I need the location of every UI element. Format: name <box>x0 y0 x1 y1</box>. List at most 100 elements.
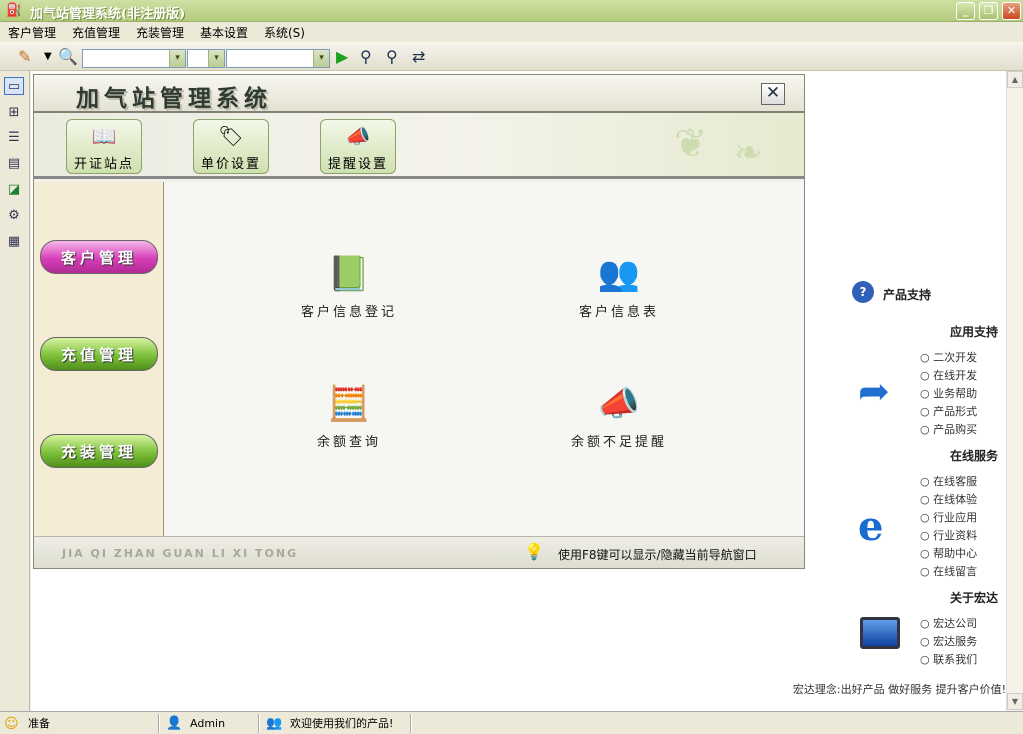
nav-footer: JIA QI ZHAN GUAN LI XI TONG 💡 使用F8键可以显示/… <box>34 536 804 568</box>
section-title-about: 关于宏达 <box>950 591 999 605</box>
menu-recharge[interactable]: 充值管理 <box>72 24 120 41</box>
toolbar: ✎ ▼ 🔍 ▾ ▾ ▾ ▶ ⚲ ⚲ ⇄ <box>0 42 1023 71</box>
motto-text: 宏达理念:出好产品 做好服务 提升客户价值! <box>792 683 1006 696</box>
binoculars-icon[interactable]: ⚲ <box>360 47 372 67</box>
navigation-window: 加气站管理系统 ✕ 📖 开证站点 🏷 单价设置 📣 提醒设置 ❦ ❧ 客户管理 … <box>33 74 805 569</box>
app-icon: ⛽ <box>6 3 23 18</box>
status-divider <box>158 714 160 733</box>
notebook-icon: 📗 <box>327 254 371 294</box>
status-ready: 准备 <box>28 717 50 730</box>
minimize-button[interactable]: _ <box>956 2 975 20</box>
scroll-up-icon[interactable]: ▲ <box>1007 71 1023 88</box>
search-icon[interactable]: 🔍 <box>58 47 78 67</box>
nav-header: 加气站管理系统 ✕ <box>34 75 804 113</box>
filter-combo-2[interactable]: ▾ <box>187 49 225 68</box>
support-link[interactable]: ○ 行业资料 <box>920 527 977 543</box>
close-button[interactable]: ✕ <box>1002 2 1021 20</box>
calculator-coins-icon: 🧮 <box>327 384 371 424</box>
section-title-app: 应用支持 <box>950 325 999 339</box>
sidebar-recharge-button[interactable]: 充值管理 <box>40 337 158 371</box>
document-icon[interactable]: ▤ <box>4 155 24 173</box>
quick-label: 开证站点 <box>73 157 134 172</box>
customer-register-item[interactable]: 📗 客户信息登记 <box>259 252 439 320</box>
support-link[interactable]: ○ 宏达公司 <box>920 615 977 631</box>
support-link[interactable]: ○ 帮助中心 <box>920 545 977 561</box>
status-message: 欢迎使用我们的产品! <box>290 717 394 730</box>
nav-close-button[interactable]: ✕ <box>761 83 785 105</box>
smile-icon: ☺ <box>4 716 19 732</box>
report-icon[interactable]: ▦ <box>4 233 24 251</box>
arrow-icon: ➦ <box>858 369 890 413</box>
user-icon: 👤 <box>166 716 183 731</box>
menu-system[interactable]: 系统(S) <box>264 24 305 41</box>
list-icon[interactable]: ☰ <box>4 129 24 147</box>
price-icon: 🏷 <box>218 124 244 148</box>
chevron-down-icon[interactable]: ▾ <box>313 50 329 67</box>
sidebar-customer-button[interactable]: 客户管理 <box>40 240 158 274</box>
item-label: 余额不足提醒 <box>570 435 667 450</box>
support-link[interactable]: ○ 产品购买 <box>920 421 977 437</box>
megaphone-icon: 📣 <box>597 384 641 424</box>
monitor-icon <box>860 617 900 649</box>
nav-main: 📗 客户信息登记 👥 客户信息表 🧮 余额查询 📣 余额不足提醒 <box>165 182 804 536</box>
support-link[interactable]: ○ 行业应用 <box>920 509 977 525</box>
filter-combo-1[interactable]: ▾ <box>82 49 186 68</box>
chevron-down-icon[interactable]: ▾ <box>169 50 185 67</box>
support-link[interactable]: ○ 联系我们 <box>920 651 977 667</box>
scroll-down-icon[interactable]: ▼ <box>1007 693 1023 710</box>
footer-pinyin: JIA QI ZHAN GUAN LI XI TONG <box>62 547 299 560</box>
swap-icon[interactable]: ⇄ <box>412 47 425 67</box>
title-bar: ⛽ 加气站管理系统(非注册版) _ ❐ ✕ <box>0 0 1023 22</box>
section-title-online: 在线服务 <box>950 449 999 463</box>
support-link[interactable]: ○ 产品形式 <box>920 403 977 419</box>
chevron-down-icon[interactable]: ▾ <box>208 50 224 67</box>
menu-filling[interactable]: 充装管理 <box>136 24 184 41</box>
users-book-icon: 👥 <box>597 254 641 294</box>
megaphone-icon: 📣 <box>345 124 371 148</box>
scrollbar[interactable]: ▲ ▼ <box>1006 71 1023 711</box>
item-label: 客户信息登记 <box>300 305 397 320</box>
filter-combo-3[interactable]: ▾ <box>226 49 330 68</box>
left-toolbar: ▭ ⊞ ☰ ▤ ◪ ⚙ ▦ <box>0 71 30 711</box>
settings-icon[interactable]: ⚙ <box>4 207 24 225</box>
item-label: 余额查询 <box>316 435 381 450</box>
menu-settings[interactable]: 基本设置 <box>200 24 248 41</box>
quick-label: 提醒设置 <box>327 157 388 172</box>
balance-query-item[interactable]: 🧮 余额查询 <box>259 382 439 450</box>
users-icon: 👥 <box>266 716 283 731</box>
menu-customer[interactable]: 客户管理 <box>8 24 56 41</box>
leaf-decoration-icon: ❧ <box>734 133 763 173</box>
sidebar-filling-button[interactable]: 充装管理 <box>40 434 158 468</box>
support-link[interactable]: ○ 在线客服 <box>920 473 977 489</box>
quick-price-button[interactable]: 🏷 单价设置 <box>193 119 269 174</box>
help-icon: ? <box>852 281 874 303</box>
item-label: 客户信息表 <box>578 305 659 320</box>
quick-remind-button[interactable]: 📣 提醒设置 <box>320 119 396 174</box>
restore-button[interactable]: ❐ <box>979 2 998 20</box>
footer-hint: 使用F8键可以显示/隐藏当前导航窗口 <box>558 548 757 562</box>
tree-icon[interactable]: ⊞ <box>4 104 24 122</box>
quick-bar: 📖 开证站点 🏷 单价设置 📣 提醒设置 ❦ ❧ <box>34 113 804 179</box>
window-icon[interactable]: ▭ <box>4 77 24 95</box>
quick-station-button[interactable]: 📖 开证站点 <box>66 119 142 174</box>
binoculars-next-icon[interactable]: ⚲ <box>386 47 398 67</box>
status-divider <box>258 714 260 733</box>
support-link[interactable]: ○ 宏达服务 <box>920 633 977 649</box>
support-link[interactable]: ○ 在线体验 <box>920 491 977 507</box>
support-link[interactable]: ○ 在线留言 <box>920 563 977 579</box>
support-link[interactable]: ○ 业务帮助 <box>920 385 977 401</box>
support-link[interactable]: ○ 在线开发 <box>920 367 977 383</box>
play-icon[interactable]: ▶ <box>336 47 348 67</box>
status-divider <box>410 714 412 733</box>
chart-icon[interactable]: ◪ <box>4 181 24 199</box>
support-link[interactable]: ○ 二次开发 <box>920 349 977 365</box>
pencil-icon[interactable]: ✎ <box>18 47 31 67</box>
ie-icon: e <box>858 503 884 550</box>
quick-label: 单价设置 <box>200 157 261 172</box>
lightbulb-icon: 💡 <box>524 542 544 561</box>
nav-sidebar: 客户管理 充值管理 充装管理 <box>34 182 164 536</box>
support-panel: ? 产品支持 应用支持 ➦ ○ 二次开发 ○ 在线开发 ○ 业务帮助 ○ 产品形… <box>793 71 1023 711</box>
dropdown-arrow-icon[interactable]: ▼ <box>44 47 52 67</box>
low-balance-item[interactable]: 📣 余额不足提醒 <box>529 382 709 450</box>
customer-table-item[interactable]: 👥 客户信息表 <box>529 252 709 320</box>
